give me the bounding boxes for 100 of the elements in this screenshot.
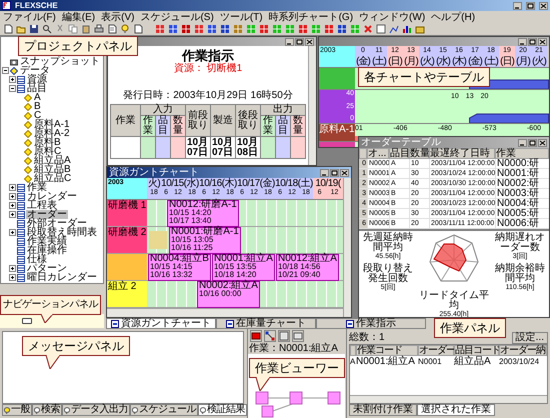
expand-icon[interactable] bbox=[9, 202, 16, 209]
tree-item[interactable]: 原料C bbox=[33, 147, 62, 156]
grid-icon[interactable] bbox=[168, 24, 178, 34]
column-header[interactable]: 品目コード bbox=[454, 345, 499, 356]
tree-item[interactable]: B bbox=[33, 102, 42, 111]
line-chart-icon[interactable] bbox=[389, 24, 399, 34]
grid-icon[interactable] bbox=[233, 24, 243, 34]
grid-icon[interactable] bbox=[194, 24, 204, 34]
tree-item[interactable]: パターン bbox=[26, 264, 68, 273]
tree-item[interactable]: 作業実績 bbox=[26, 237, 68, 246]
tree-item[interactable]: 外部オーダー bbox=[26, 219, 88, 228]
folder-icon[interactable] bbox=[16, 24, 26, 34]
new-document-icon[interactable] bbox=[3, 24, 13, 34]
tree-item[interactable]: 作業 bbox=[26, 183, 48, 192]
tree-item[interactable]: 工程表 bbox=[26, 201, 58, 210]
expand-icon[interactable] bbox=[9, 193, 16, 200]
expand-icon[interactable] bbox=[9, 76, 16, 83]
menu-item[interactable]: 時系列チャート(G) bbox=[268, 12, 354, 22]
page-icon[interactable] bbox=[107, 24, 117, 34]
frame-icon[interactable] bbox=[376, 24, 386, 34]
grid-icon[interactable] bbox=[207, 24, 217, 34]
tree-item[interactable]: オーダー bbox=[26, 210, 68, 219]
lightbulb-icon[interactable] bbox=[120, 24, 130, 34]
vertical-scrollbar[interactable] bbox=[308, 46, 316, 165]
grid-icon[interactable] bbox=[324, 24, 334, 34]
clipboard-icon[interactable] bbox=[81, 24, 91, 34]
menu-item[interactable]: ヘルプ(H) bbox=[431, 12, 476, 22]
print-icon[interactable] bbox=[94, 24, 104, 34]
column-header[interactable]: 作業コード bbox=[356, 345, 418, 356]
message-tab[interactable]: データ入出力 bbox=[62, 404, 130, 416]
bar-chart-icon[interactable] bbox=[402, 24, 412, 34]
toolbar-button[interactable] bbox=[250, 330, 262, 342]
message-tab[interactable]: 検証結果 bbox=[198, 404, 247, 416]
menu-item[interactable]: ウィンドウ(W) bbox=[359, 12, 426, 22]
horizontal-scrollbar[interactable] bbox=[107, 308, 343, 317]
tree-item[interactable]: データ bbox=[19, 66, 51, 75]
tree-item[interactable]: 原料B bbox=[33, 138, 62, 147]
grid-icon[interactable] bbox=[298, 24, 308, 34]
tree-item[interactable]: カレンダー bbox=[26, 192, 78, 201]
metric-label: 納期遅れオーダー数 bbox=[494, 233, 546, 253]
search-icon[interactable] bbox=[42, 24, 52, 34]
tree-item[interactable]: 原料A-1 bbox=[33, 120, 71, 129]
x-mark-icon[interactable] bbox=[363, 24, 373, 34]
message-tab[interactable]: 一般 bbox=[2, 404, 32, 416]
column-header[interactable]: オ... bbox=[367, 148, 389, 159]
tree-item[interactable]: 段取替え時間表 bbox=[26, 228, 98, 237]
viewport-rectangle[interactable] bbox=[22, 318, 32, 324]
save-icon[interactable] bbox=[29, 24, 39, 34]
horizontal-scrollbar[interactable] bbox=[350, 395, 547, 403]
folder-icon[interactable] bbox=[415, 24, 425, 34]
expand-icon[interactable] bbox=[9, 265, 16, 272]
document-tab[interactable]: 在庫量チャート bbox=[216, 318, 316, 329]
collapse-icon[interactable] bbox=[9, 85, 16, 92]
task-label: N0012:研磨A-1 bbox=[169, 201, 237, 209]
menu-item[interactable]: ツール(T) bbox=[220, 12, 263, 22]
collapse-icon[interactable] bbox=[2, 67, 9, 74]
tree-item[interactable]: 曜日カレンダー bbox=[26, 273, 98, 282]
panel-tab[interactable]: 未割付け作業 bbox=[349, 404, 417, 416]
grid-icon[interactable] bbox=[155, 24, 165, 34]
tree-item[interactable]: C bbox=[33, 111, 42, 120]
grid-icon[interactable] bbox=[337, 24, 347, 34]
toolbar-button[interactable] bbox=[264, 330, 276, 342]
settings-button[interactable]: 設定... bbox=[512, 332, 548, 344]
column-header[interactable]: オーダー納 bbox=[499, 345, 547, 356]
message-tab[interactable]: 検索 bbox=[32, 404, 62, 416]
grid-icon[interactable] bbox=[259, 24, 269, 34]
expand-icon[interactable] bbox=[9, 229, 16, 236]
grid-icon[interactable] bbox=[220, 24, 230, 34]
toolbar-button[interactable] bbox=[292, 330, 304, 342]
weekday-label: (木) bbox=[452, 56, 466, 67]
copy-icon[interactable] bbox=[68, 24, 78, 34]
page-icon[interactable] bbox=[133, 24, 143, 34]
menu-item[interactable]: 編集(E) bbox=[62, 12, 96, 22]
tree-item[interactable]: 品目 bbox=[26, 84, 48, 93]
weekday-label: (金) bbox=[468, 56, 482, 67]
panel-tab[interactable]: 選択された作業 bbox=[417, 404, 495, 416]
document-tab[interactable]: 作業指示 bbox=[316, 318, 426, 329]
menu-item[interactable]: 表示(V) bbox=[101, 12, 134, 22]
expand-icon[interactable] bbox=[9, 184, 16, 191]
task-label: 10/15 13:55 bbox=[214, 263, 258, 271]
message-tab[interactable]: スケジュール bbox=[130, 404, 198, 416]
document-tab[interactable]: 資源ガントチャート bbox=[106, 318, 216, 329]
vertical-scrollbar[interactable] bbox=[343, 178, 351, 317]
menu-item[interactable]: ファイル(F) bbox=[3, 12, 56, 22]
tree-item[interactable]: 組立品C bbox=[33, 174, 72, 183]
expand-icon[interactable] bbox=[9, 274, 16, 281]
tree-item[interactable]: 仕様 bbox=[26, 255, 48, 264]
grid-icon[interactable] bbox=[181, 24, 191, 34]
app-icon bbox=[2, 1, 11, 10]
expand-icon[interactable] bbox=[9, 211, 16, 218]
tree-item[interactable]: 在庫操作 bbox=[26, 246, 68, 255]
tree-item[interactable]: 原料A-2 bbox=[33, 129, 71, 138]
tree-item[interactable]: 組立品A bbox=[33, 156, 72, 165]
toolbar-button[interactable] bbox=[278, 330, 290, 342]
tree-item[interactable]: 資源 bbox=[26, 75, 48, 84]
tree-item[interactable]: 組立品B bbox=[33, 165, 72, 174]
menu-item[interactable]: スケジュール(S) bbox=[140, 12, 214, 22]
tree-item[interactable]: A bbox=[33, 93, 42, 102]
task-label: 10/18 14:20 bbox=[214, 271, 258, 279]
tree-item[interactable]: スナップショット bbox=[19, 57, 101, 66]
